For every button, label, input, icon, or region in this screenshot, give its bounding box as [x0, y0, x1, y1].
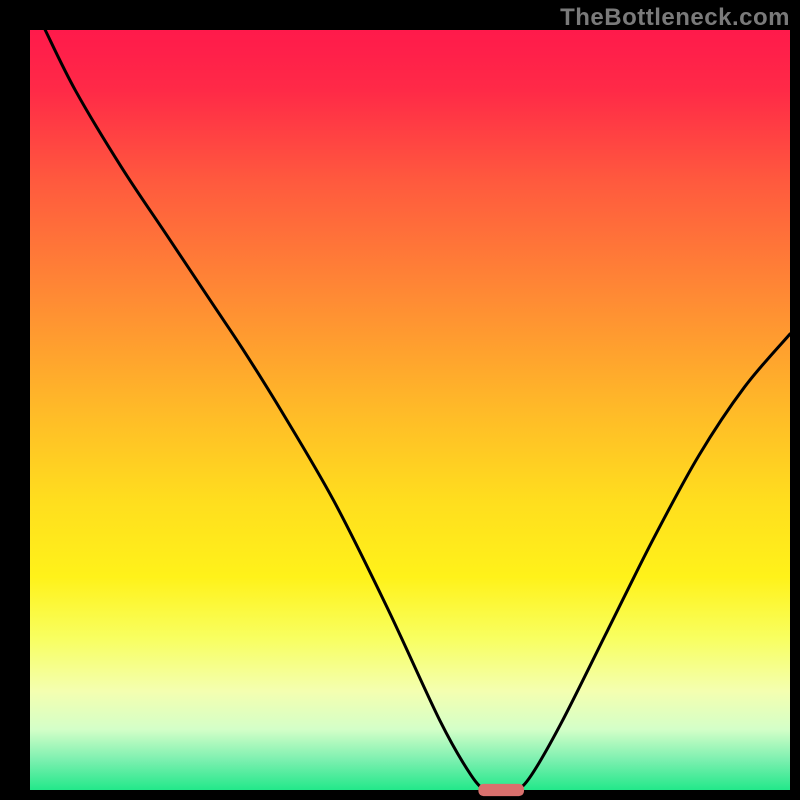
bottleneck-chart [0, 0, 800, 800]
gradient-background [30, 30, 790, 790]
optimal-marker [478, 784, 524, 796]
chart-container: TheBottleneck.com [0, 0, 800, 800]
watermark-text: TheBottleneck.com [560, 4, 790, 32]
